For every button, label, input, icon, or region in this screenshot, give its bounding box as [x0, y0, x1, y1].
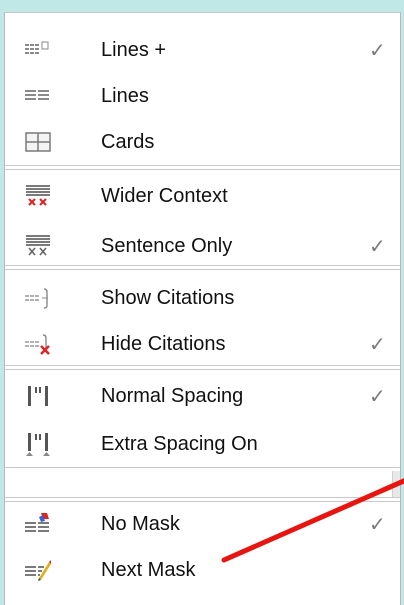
menu-item-label: Extra Spacing On [101, 432, 258, 455]
menu-item-normal-spacing[interactable]: Normal Spacing ✓ [5, 373, 400, 419]
checkmark-icon: ✓ [369, 333, 386, 356]
view-options-menu: Lines + ✓ Lines Cards Wider Context Sent… [4, 12, 401, 605]
menu-item-label: No Mask [101, 512, 180, 535]
menu-item-label: Sentence Only [101, 234, 233, 257]
next-mask-icon [25, 560, 51, 581]
lines-icon [25, 90, 49, 100]
hide-citations-icon [25, 334, 50, 355]
menu-item-label: Lines + [101, 38, 167, 61]
checkmark-icon: ✓ [369, 39, 386, 62]
show-citations-icon [25, 288, 48, 309]
cards-icon [25, 132, 51, 152]
menu-item-next-mask[interactable]: Next Mask [5, 547, 400, 593]
checkmark-icon: ✓ [369, 235, 386, 258]
lines-plus-icon [25, 41, 49, 54]
menu-separator [5, 467, 400, 468]
sentence-only-icon [26, 235, 50, 256]
menu-item-cards[interactable]: Cards [5, 119, 400, 165]
checkmark-icon: ✓ [369, 513, 386, 536]
menu-item-wider-context[interactable]: Wider Context [5, 173, 400, 219]
scrollbar-thumb[interactable] [392, 471, 400, 497]
menu-item-label: Cards [101, 130, 155, 153]
menu-item-label: Lines [101, 84, 149, 107]
wider-context-icon [26, 185, 50, 206]
menu-item-label: Next Mask [101, 558, 196, 581]
menu-item-label: Normal Spacing [101, 384, 244, 407]
menu-item-sentence-only[interactable]: Sentence Only ✓ [5, 223, 400, 269]
menu-item-lines[interactable]: Lines [5, 73, 400, 119]
menu-item-label: Wider Context [101, 184, 228, 207]
menu-separator [5, 165, 400, 170]
menu-item-show-citations[interactable]: Show Citations [5, 275, 400, 321]
menu-item-lines-plus[interactable]: Lines + ✓ [5, 27, 400, 73]
menu-item-hide-citations[interactable]: Hide Citations ✓ [5, 321, 400, 367]
extra-spacing-icon [26, 433, 50, 456]
normal-spacing-icon [28, 386, 48, 406]
menu-item-no-mask[interactable]: No Mask ✓ [5, 501, 400, 547]
menu-separator [5, 265, 400, 270]
menu-item-extra-spacing-on[interactable]: Extra Spacing On [5, 421, 400, 467]
menu-item-label: Show Citations [101, 286, 235, 309]
menu-separator [5, 365, 400, 370]
no-mask-icon [25, 513, 49, 532]
checkmark-icon: ✓ [369, 385, 386, 408]
menu-item-label: Hide Citations [101, 332, 226, 355]
